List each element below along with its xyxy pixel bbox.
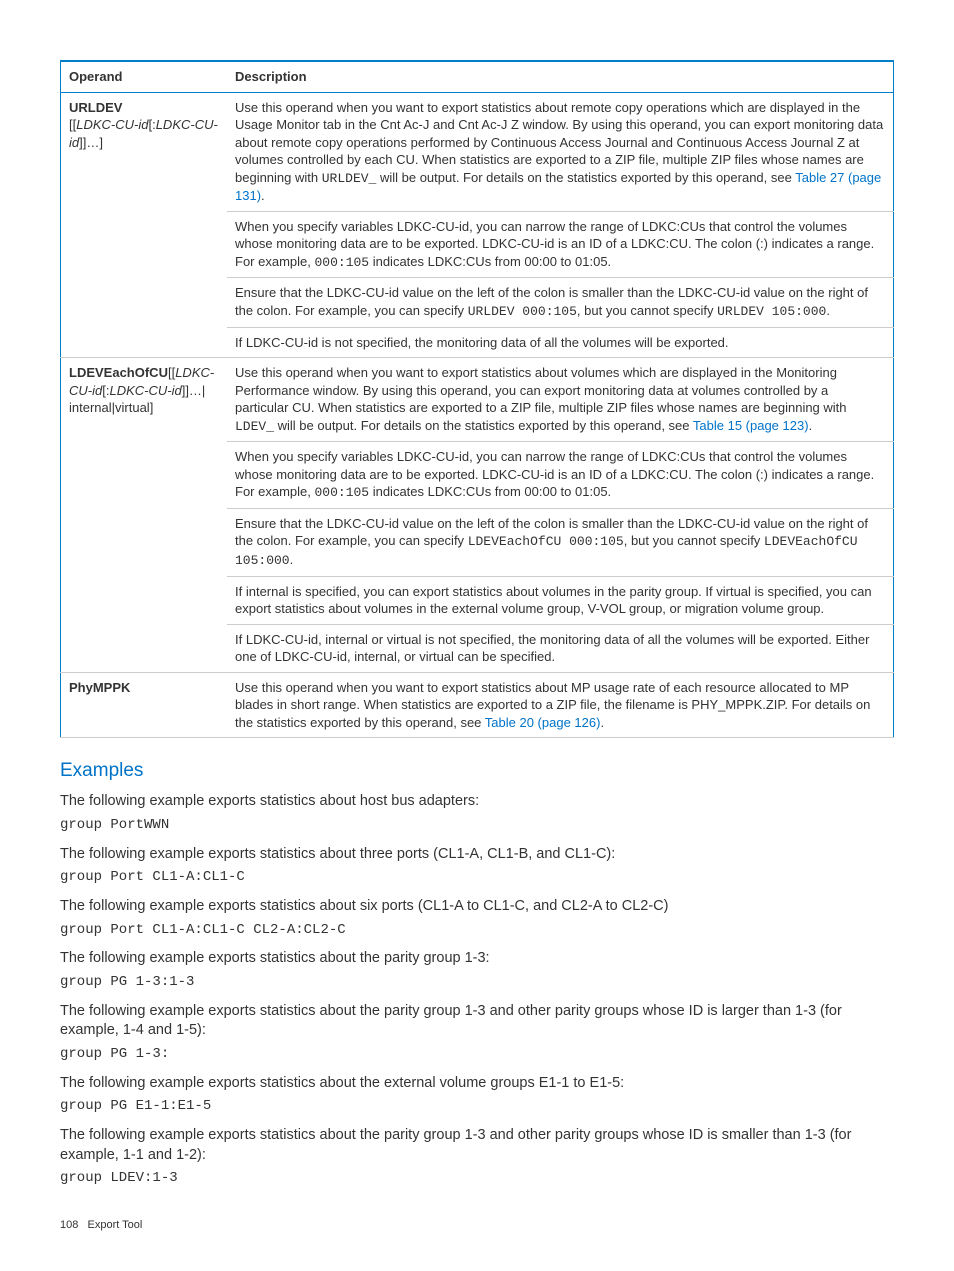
operand-cell: URLDEV [[LDKC-CU-id[:LDKC-CU-id]]…] (61, 92, 228, 358)
description-cell: Ensure that the LDKC-CU-id value on the … (227, 278, 894, 327)
example-block: The following example exports statistics… (60, 1002, 894, 1064)
example-code: group Port CL1-A:CL1-C CL2-A:CL2-C (60, 921, 894, 940)
description-para: Use this operand when you want to export… (235, 364, 885, 435)
section-name: Export Tool (88, 1219, 143, 1231)
example-code: group PG E1-1:E1-5 (60, 1097, 894, 1116)
example-text: The following example exports statistics… (60, 845, 894, 865)
example-code: group Port CL1-A:CL1-C (60, 868, 894, 887)
description-para: If LDKC-CU-id is not specified, the moni… (235, 334, 885, 352)
description-cell: If internal is specified, you can export… (227, 576, 894, 624)
operand-args: [[LDKC-CU-id[:LDKC-CU-id]]…] (69, 117, 218, 150)
operand-line2: internal|virtual] (69, 400, 153, 415)
header-description: Description (227, 61, 894, 92)
example-code: group LDEV:1-3 (60, 1169, 894, 1188)
table-row: URLDEV [[LDKC-CU-id[:LDKC-CU-id]]…] Use … (61, 92, 894, 211)
example-text: The following example exports statistics… (60, 897, 894, 917)
example-block: The following example exports statistics… (60, 897, 894, 939)
description-para: If LDKC-CU-id, internal or virtual is no… (235, 631, 885, 666)
example-text: The following example exports statistics… (60, 949, 894, 969)
description-para: When you specify variables LDKC-CU-id, y… (235, 448, 885, 502)
header-operand: Operand (61, 61, 228, 92)
description-para: Use this operand when you want to export… (235, 99, 885, 205)
operand-cell: LDEVEachOfCU[[LDKC-CU-id[:LDKC-CU-id]]…|… (61, 358, 228, 673)
description-cell: When you specify variables LDKC-CU-id, y… (227, 442, 894, 509)
table-row: LDEVEachOfCU[[LDKC-CU-id[:LDKC-CU-id]]…|… (61, 358, 894, 442)
description-cell: If LDKC-CU-id, internal or virtual is no… (227, 624, 894, 672)
link[interactable]: Table 20 (page 126) (485, 715, 601, 730)
description-cell: If LDKC-CU-id is not specified, the moni… (227, 327, 894, 358)
example-text: The following example exports statistics… (60, 1074, 894, 1094)
link[interactable]: Table 15 (page 123) (693, 418, 809, 433)
description-cell: Use this operand when you want to export… (227, 358, 894, 442)
description-para: Ensure that the LDKC-CU-id value on the … (235, 284, 885, 320)
operand-name: URLDEV (69, 100, 122, 115)
description-para: Ensure that the LDKC-CU-id value on the … (235, 515, 885, 570)
operand-cell: PhyMPPK (61, 672, 228, 738)
examples-heading: Examples (60, 758, 894, 784)
example-block: The following example exports statistics… (60, 1074, 894, 1116)
example-block: The following example exports statistics… (60, 845, 894, 887)
example-code: group PG 1-3:1-3 (60, 973, 894, 992)
operand-line1: LDEVEachOfCU[[LDKC-CU-id[:LDKC-CU-id]]…| (69, 365, 214, 398)
description-cell: Ensure that the LDKC-CU-id value on the … (227, 508, 894, 576)
description-para: If internal is specified, you can export… (235, 583, 885, 618)
example-code: group PG 1-3: (60, 1045, 894, 1064)
example-code: group PortWWN (60, 816, 894, 835)
operand-name: PhyMPPK (69, 680, 130, 695)
description-para: Use this operand when you want to export… (235, 679, 885, 732)
example-text: The following example exports statistics… (60, 1002, 894, 1041)
page-footer: 108 Export Tool (60, 1218, 894, 1233)
example-block: The following example exports statistics… (60, 792, 894, 834)
operand-table: Operand Description URLDEV [[LDKC-CU-id[… (60, 60, 894, 738)
example-block: The following example exports statistics… (60, 949, 894, 991)
table-row: PhyMPPK Use this operand when you want t… (61, 672, 894, 738)
description-cell: When you specify variables LDKC-CU-id, y… (227, 211, 894, 278)
page-number: 108 (60, 1219, 78, 1231)
description-cell: Use this operand when you want to export… (227, 92, 894, 211)
example-text: The following example exports statistics… (60, 792, 894, 812)
description-para: When you specify variables LDKC-CU-id, y… (235, 218, 885, 272)
description-cell: Use this operand when you want to export… (227, 672, 894, 738)
example-block: The following example exports statistics… (60, 1126, 894, 1188)
example-text: The following example exports statistics… (60, 1126, 894, 1165)
